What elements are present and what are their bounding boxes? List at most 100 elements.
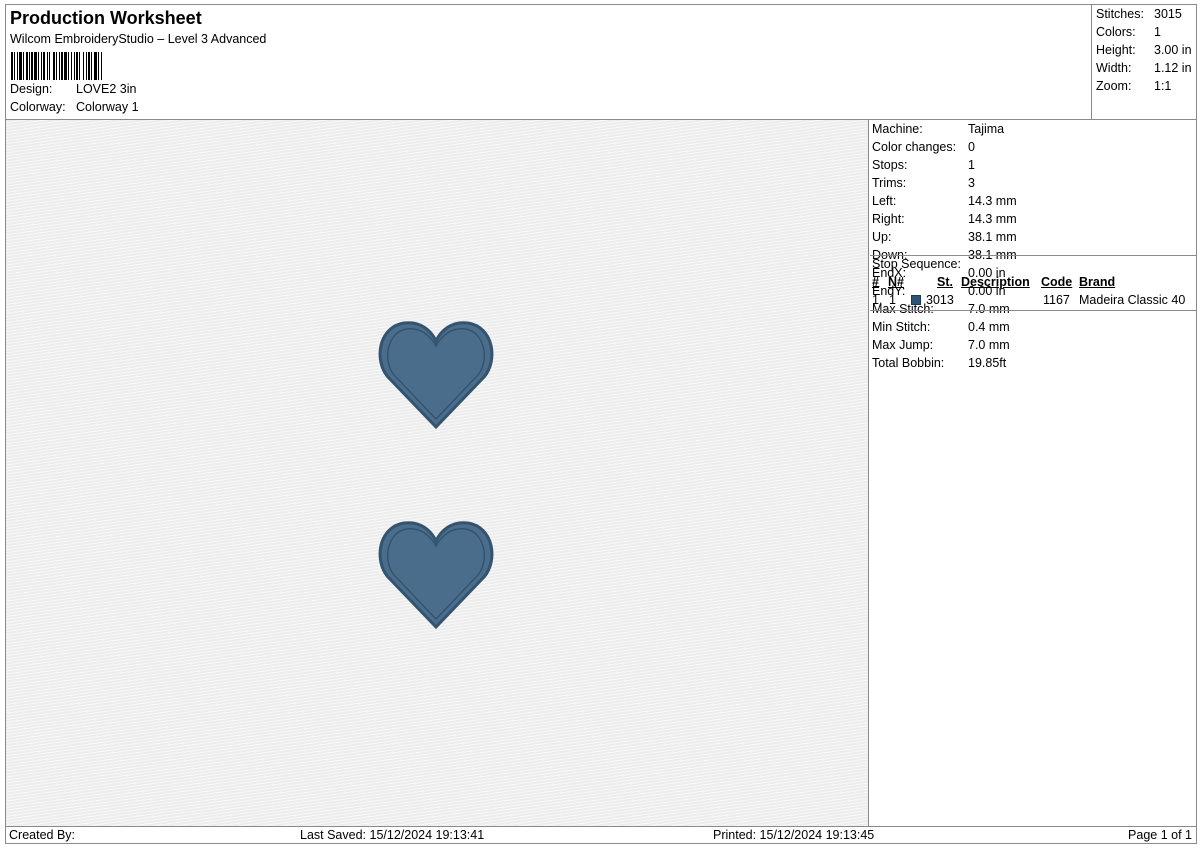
worksheet-header: Production Worksheet Wilcom EmbroiderySt…: [6, 5, 1196, 120]
height-value: 3.00 in: [1154, 43, 1192, 57]
design-value: LOVE2 3in: [76, 82, 137, 96]
barcode-bar: [34, 52, 37, 80]
summary-panel: Stitches: 3015 Colors: 1 Height: 3.00 in Wi…: [1091, 5, 1196, 120]
detail-row: Max Jump: 7.0 mm: [872, 338, 1010, 352]
row-n: 1: [889, 293, 896, 307]
barcode-bar: [86, 52, 87, 80]
detail-value: 14.3 mm: [968, 194, 1017, 208]
detail-label: Color changes:: [872, 140, 957, 154]
barcode-bar: [83, 52, 84, 80]
detail-value: 0.4 mm: [968, 320, 1010, 334]
page-title: Production Worksheet: [10, 8, 202, 28]
barcode-bar: [88, 52, 90, 80]
heart-motif-bottom: [378, 521, 494, 630]
row-stitches: 3013: [926, 293, 954, 307]
page-number: Page 1 of 1: [1128, 828, 1192, 842]
colors-row: Colors: 1: [1096, 25, 1161, 39]
col-header-description: Description: [961, 275, 1030, 289]
barcode-bar: [61, 52, 63, 80]
barcode-bar: [91, 52, 92, 80]
barcode-bar: [14, 52, 15, 80]
barcode-bar: [49, 52, 50, 80]
detail-row: Total Bobbin: 19.85ft: [872, 356, 1006, 370]
col-header-code: Code: [1041, 275, 1073, 289]
barcode-bar: [53, 52, 55, 80]
printed-date: Printed: 15/12/2024 19:13:45: [713, 828, 875, 842]
barcode-bar: [41, 52, 42, 80]
detail-row: Stops: 1: [872, 158, 975, 172]
detail-value: Tajima: [968, 122, 1005, 136]
detail-row: Color changes: 0: [872, 140, 975, 154]
detail-label: Max Jump:: [872, 338, 934, 352]
barcode-bar: [23, 52, 24, 80]
colorway-value: Colorway 1: [76, 100, 139, 114]
col-header-brand: Brand: [1079, 275, 1116, 289]
detail-value: 7.0 mm: [968, 302, 1010, 316]
colorway-label: Colorway:: [10, 100, 66, 114]
detail-label: Right:: [872, 212, 905, 226]
height-row: Height: 3.00 in: [1096, 43, 1192, 57]
barcode-bar: [26, 52, 28, 80]
design-row: Design: LOVE2 3in: [10, 82, 136, 96]
stitches-label: Stitches:: [1096, 7, 1144, 21]
detail-value: 19.85ft: [968, 356, 1007, 370]
barcode-bar: [47, 52, 48, 80]
barcode-bar: [94, 52, 97, 80]
barcode-bar: [64, 52, 67, 80]
design-label: Design:: [10, 82, 53, 96]
zoom-row: Zoom: 1:1: [1096, 79, 1171, 93]
barcode-bar: [17, 52, 18, 80]
detail-row: Machine: Tajima: [872, 122, 1004, 136]
barcode-bar: [98, 52, 99, 80]
barcode-bar: [56, 52, 57, 80]
detail-row: Min Stitch: 0.4 mm: [872, 320, 1010, 334]
stop-sequence-title: Stop Sequence:: [872, 257, 961, 271]
detail-value: 38.1 mm: [968, 230, 1017, 244]
detail-row: Trims: 3: [872, 176, 975, 190]
col-header-st: St.: [937, 275, 953, 289]
stitches-value: 3015: [1154, 7, 1182, 21]
heart-motif-top: [378, 321, 494, 430]
detail-label: Trims:: [872, 176, 907, 190]
detail-label: Up:: [872, 230, 892, 244]
detail-value: 1: [968, 158, 975, 172]
width-value: 1.12 in: [1154, 61, 1192, 75]
barcode-bar: [59, 52, 60, 80]
colorway-row: Colorway: Colorway 1: [10, 100, 139, 114]
barcode-bar: [71, 52, 72, 80]
detail-row: Up: 38.1 mm: [872, 230, 1017, 244]
stop-sequence-bottom-divider: [870, 310, 1196, 311]
width-label: Width:: [1096, 61, 1132, 75]
stitches-row: Stitches: 3015: [1096, 7, 1182, 21]
height-label: Height:: [1096, 43, 1136, 57]
barcode-bar: [74, 52, 75, 80]
detail-value: 14.3 mm: [968, 212, 1017, 226]
barcode-bar: [68, 52, 69, 80]
barcode-bar: [11, 52, 13, 80]
software-subtitle: Wilcom EmbroideryStudio – Level 3 Advanc…: [10, 32, 267, 46]
barcode-bar: [76, 52, 78, 80]
width-row: Width: 1.12 in: [1096, 61, 1192, 75]
detail-row: Left: 14.3 mm: [872, 194, 1017, 208]
col-header-num: #: [872, 275, 879, 289]
detail-label: Total Bobbin:: [872, 356, 945, 370]
barcode: [11, 52, 102, 80]
worksheet-frame: Production Worksheet Wilcom EmbroiderySt…: [5, 4, 1197, 844]
detail-value: 7.0 mm: [968, 338, 1010, 352]
barcode-bar: [101, 52, 102, 80]
last-saved: Last Saved: 15/12/2024 19:13:41: [300, 828, 485, 842]
barcode-bar: [79, 52, 80, 80]
detail-label: Stops:: [872, 158, 908, 172]
barcode-bar: [29, 52, 30, 80]
created-by: Created By:: [9, 828, 76, 842]
col-header-n: N#: [888, 275, 904, 289]
barcode-bar: [38, 52, 39, 80]
row-code: 1167: [1043, 293, 1070, 307]
barcode-bar: [19, 52, 22, 80]
stop-sequence-divider: [870, 255, 1196, 256]
detail-value: 0: [968, 140, 975, 154]
thread-color-swatch: [911, 295, 921, 305]
zoom-label: Zoom:: [1096, 79, 1132, 93]
design-preview: [6, 120, 869, 826]
row-num: 1.: [872, 293, 883, 307]
